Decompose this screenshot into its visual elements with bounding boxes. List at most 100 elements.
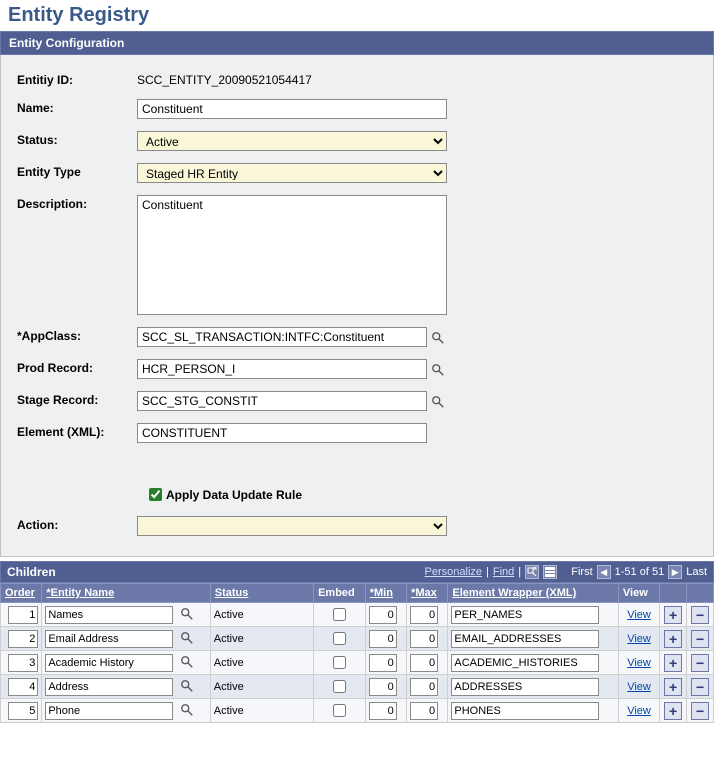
entity-type-select[interactable]: Staged HR Entity bbox=[137, 163, 447, 183]
th-view: View bbox=[618, 584, 659, 603]
download-icon[interactable] bbox=[543, 565, 557, 579]
stagerecord-label: Stage Record: bbox=[9, 391, 137, 407]
row-view-link[interactable]: View bbox=[627, 657, 651, 669]
row-add-button[interactable]: + bbox=[664, 678, 682, 696]
th-max[interactable]: *Max bbox=[407, 584, 448, 603]
row-max-input[interactable] bbox=[410, 606, 438, 624]
grid-toolbar: Personalize | Find | First ◀ 1-51 of 51 … bbox=[425, 565, 707, 579]
row-view-link[interactable]: View bbox=[627, 681, 651, 693]
table-row: ActiveView+− bbox=[1, 675, 714, 699]
elementxml-input[interactable] bbox=[137, 423, 427, 443]
row-delete-button[interactable]: − bbox=[691, 702, 709, 720]
status-label: Status: bbox=[9, 131, 137, 147]
row-delete-button[interactable]: − bbox=[691, 630, 709, 648]
row-embed-checkbox[interactable] bbox=[333, 680, 346, 693]
row-add-button[interactable]: + bbox=[664, 630, 682, 648]
zoom-icon[interactable] bbox=[525, 565, 539, 579]
row-min-input[interactable] bbox=[369, 654, 397, 672]
th-entity[interactable]: *Entity Name bbox=[42, 584, 210, 603]
row-order-input[interactable] bbox=[8, 630, 38, 648]
th-embed: Embed bbox=[314, 584, 366, 603]
row-add-button[interactable]: + bbox=[664, 702, 682, 720]
row-entity-input[interactable] bbox=[45, 678, 173, 696]
row-entity-lookup-icon[interactable] bbox=[180, 653, 194, 669]
nav-first-label[interactable]: First bbox=[571, 566, 592, 578]
table-row: Active View +− bbox=[1, 651, 714, 675]
th-wrapper[interactable]: Element Wrapper (XML) bbox=[448, 584, 619, 603]
entity-id-value: SCC_ENTITY_20090521054417 bbox=[137, 71, 705, 87]
th-order[interactable]: Order bbox=[1, 584, 42, 603]
nav-last-label[interactable]: Last bbox=[686, 566, 707, 578]
row-wrapper-input[interactable] bbox=[451, 606, 599, 624]
row-wrapper-input[interactable] bbox=[451, 630, 599, 648]
row-entity-input[interactable] bbox=[45, 630, 173, 648]
row-order-input[interactable] bbox=[8, 678, 38, 696]
row-delete-button[interactable]: − bbox=[691, 654, 709, 672]
row-add-button[interactable]: + bbox=[664, 606, 682, 624]
nav-prev-icon[interactable]: ◀ bbox=[597, 565, 611, 579]
appclass-input[interactable] bbox=[137, 327, 427, 347]
row-order-input[interactable] bbox=[8, 654, 38, 672]
row-delete-button[interactable]: − bbox=[691, 606, 709, 624]
row-view-link[interactable]: View bbox=[627, 609, 651, 621]
row-wrapper-input[interactable] bbox=[451, 702, 599, 720]
th-status[interactable]: Status bbox=[210, 584, 313, 603]
table-row: ActiveView+− bbox=[1, 699, 714, 723]
row-min-input[interactable] bbox=[369, 678, 397, 696]
row-max-input[interactable] bbox=[410, 678, 438, 696]
action-label: Action: bbox=[9, 516, 137, 532]
row-order-input[interactable] bbox=[8, 702, 38, 720]
stagerecord-input[interactable] bbox=[137, 391, 427, 411]
row-entity-lookup-icon[interactable] bbox=[180, 605, 194, 621]
action-select[interactable] bbox=[137, 516, 447, 536]
th-min[interactable]: *Min bbox=[365, 584, 406, 603]
description-label: Description: bbox=[9, 195, 137, 211]
apply-rule-label: Apply Data Update Rule bbox=[166, 488, 302, 502]
row-embed-checkbox[interactable] bbox=[333, 704, 346, 717]
row-entity-input[interactable] bbox=[45, 606, 173, 624]
row-max-input[interactable] bbox=[410, 702, 438, 720]
description-textarea[interactable] bbox=[137, 195, 447, 315]
name-input[interactable] bbox=[137, 99, 447, 119]
table-row: ActiveView+− bbox=[1, 603, 714, 627]
row-min-input[interactable] bbox=[369, 702, 397, 720]
appclass-lookup-icon[interactable] bbox=[431, 329, 445, 345]
children-header: Children Personalize | Find | First ◀ 1-… bbox=[0, 561, 714, 583]
page-title: Entity Registry bbox=[0, 0, 714, 31]
row-add-button[interactable]: + bbox=[664, 654, 682, 672]
status-select[interactable]: Active bbox=[137, 131, 447, 151]
prodrecord-lookup-icon[interactable] bbox=[431, 361, 445, 377]
row-entity-input[interactable] bbox=[45, 654, 173, 672]
name-label: Name: bbox=[9, 99, 137, 115]
entity-id-label: Entitiy ID: bbox=[9, 71, 137, 87]
row-embed-checkbox[interactable] bbox=[333, 608, 346, 621]
row-min-input[interactable] bbox=[369, 630, 397, 648]
row-delete-button[interactable]: − bbox=[691, 678, 709, 696]
row-entity-input[interactable] bbox=[45, 702, 173, 720]
row-entity-lookup-icon[interactable] bbox=[180, 677, 194, 693]
prodrecord-input[interactable] bbox=[137, 359, 427, 379]
table-row: Active View +− bbox=[1, 627, 714, 651]
row-view-link[interactable]: View bbox=[627, 633, 651, 645]
row-wrapper-input[interactable] bbox=[451, 654, 599, 672]
row-embed-checkbox[interactable] bbox=[333, 632, 346, 645]
row-entity-lookup-icon[interactable] bbox=[180, 701, 194, 717]
elementxml-label: Element (XML): bbox=[9, 423, 137, 439]
apply-rule-checkbox[interactable] bbox=[149, 488, 162, 501]
nav-range: 1-51 of 51 bbox=[615, 566, 665, 578]
row-entity-lookup-icon[interactable] bbox=[180, 629, 194, 645]
stagerecord-lookup-icon[interactable] bbox=[431, 393, 445, 409]
row-wrapper-input[interactable] bbox=[451, 678, 599, 696]
nav-next-icon[interactable]: ▶ bbox=[668, 565, 682, 579]
personalize-link[interactable]: Personalize bbox=[425, 566, 482, 578]
row-order-input[interactable] bbox=[8, 606, 38, 624]
row-status: Active bbox=[210, 627, 313, 651]
row-view-link[interactable]: View bbox=[627, 705, 651, 717]
find-link[interactable]: Find bbox=[493, 566, 514, 578]
row-max-input[interactable] bbox=[410, 630, 438, 648]
config-panel: Entitiy ID: SCC_ENTITY_20090521054417 Na… bbox=[0, 55, 714, 557]
row-embed-checkbox[interactable] bbox=[333, 656, 346, 669]
row-max-input[interactable] bbox=[410, 654, 438, 672]
row-status: Active bbox=[210, 651, 313, 675]
row-min-input[interactable] bbox=[369, 606, 397, 624]
